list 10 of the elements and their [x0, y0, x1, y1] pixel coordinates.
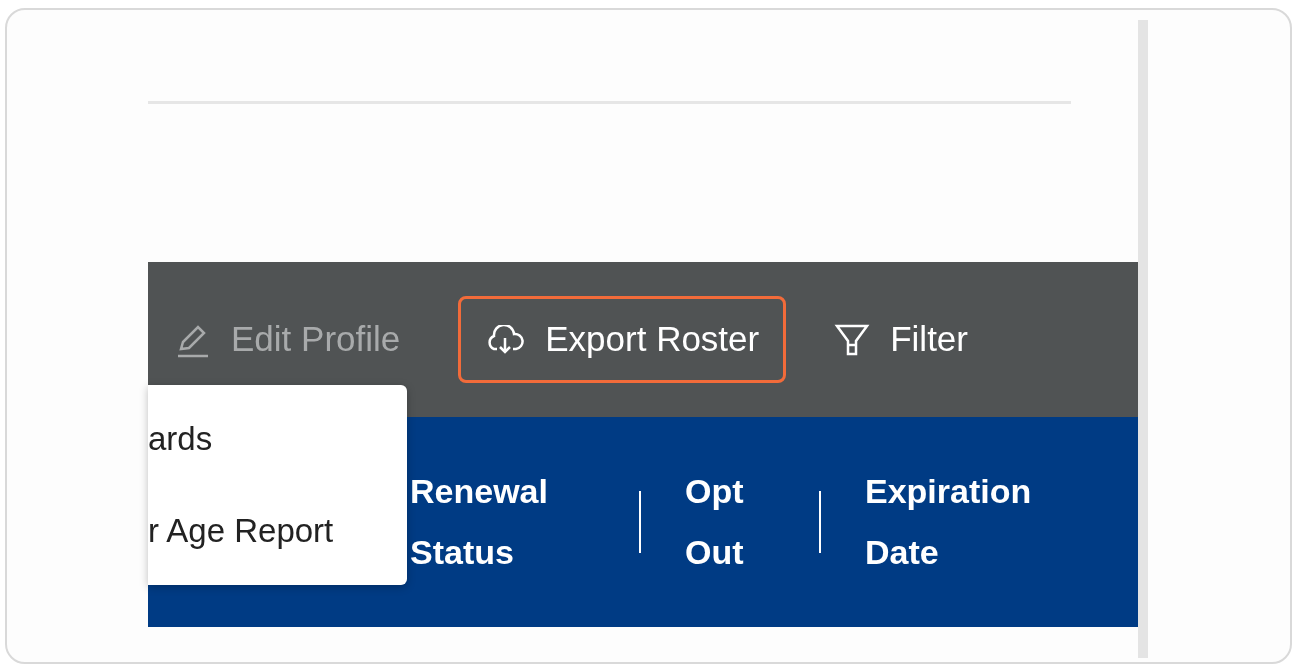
column-header[interactable]: Expiration Date: [865, 461, 1065, 583]
filter-icon: [834, 322, 871, 357]
filter-button[interactable]: Filter: [831, 296, 971, 383]
scrollbar[interactable]: [1138, 20, 1148, 658]
export-button[interactable]: Export Roster: [458, 296, 787, 383]
column-header[interactable]: Renewal Status: [410, 461, 595, 583]
column-header[interactable]: Opt Out: [685, 461, 775, 583]
menu-item[interactable]: r Age Report: [148, 506, 407, 556]
menu-item[interactable]: ards: [148, 414, 407, 464]
cloud-download-icon: [485, 324, 526, 355]
